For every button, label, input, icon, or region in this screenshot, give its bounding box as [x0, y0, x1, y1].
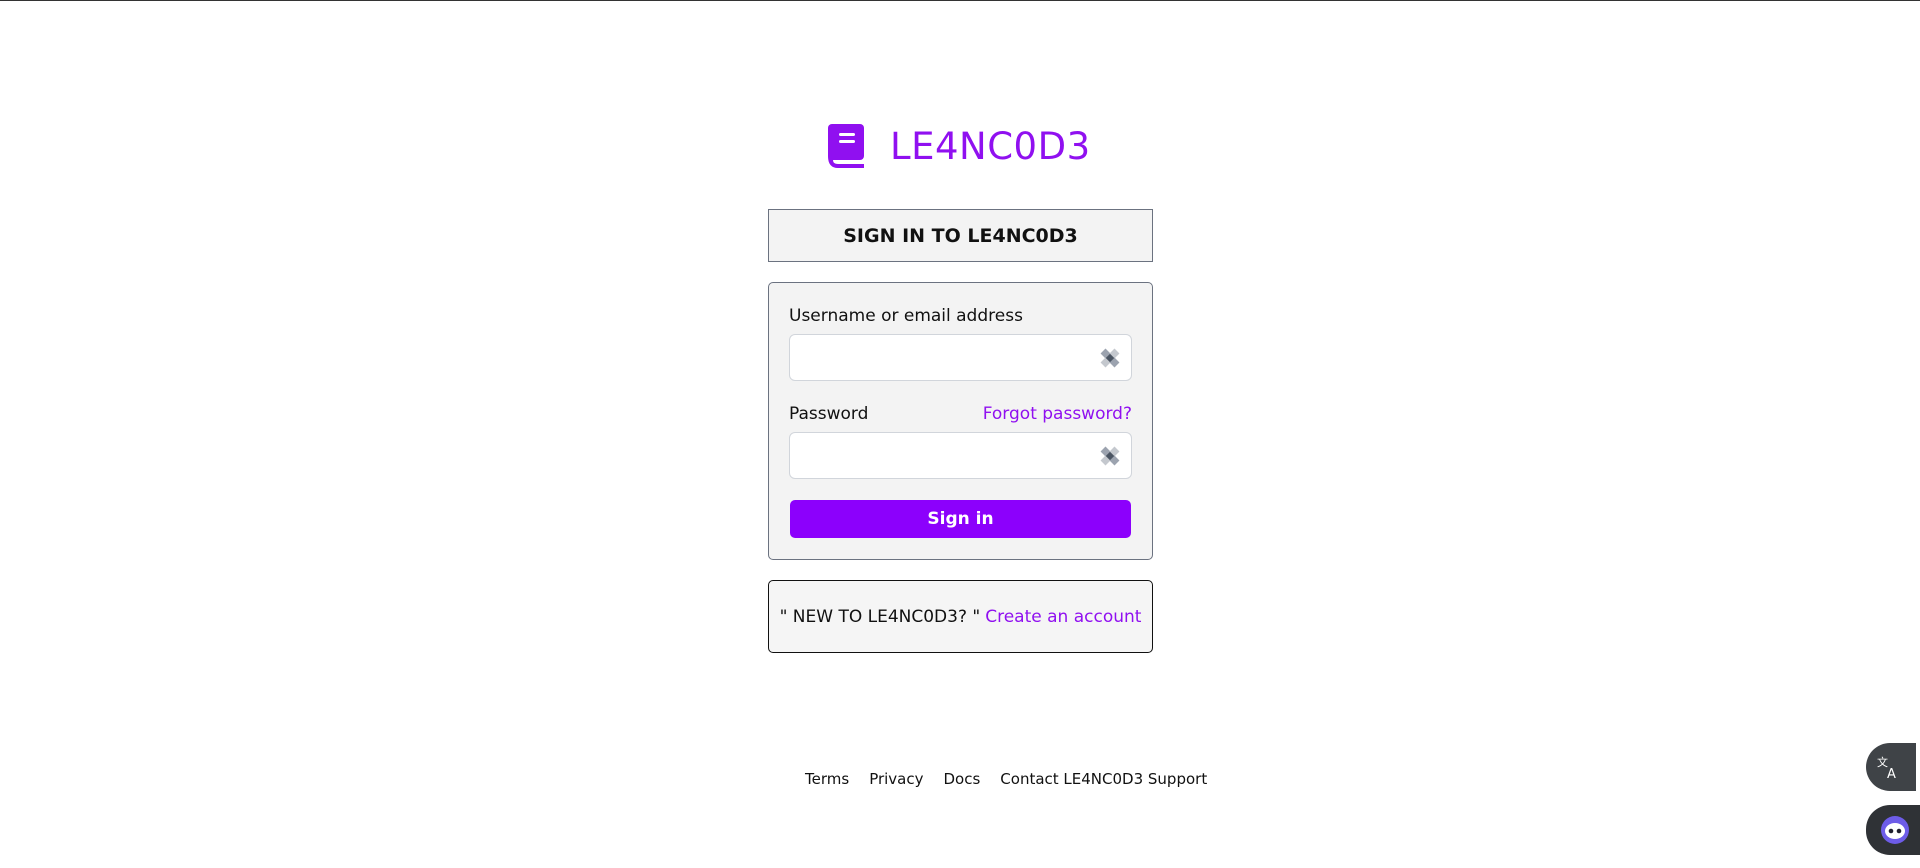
signup-prompt: " NEW TO LE4NC0D3? " [779, 606, 981, 627]
password-label: Password [789, 404, 869, 424]
signin-form: Username or email address Password Forgo… [768, 282, 1153, 560]
translate-button[interactable]: 文 A [1866, 743, 1916, 791]
assistant-button[interactable] [1866, 805, 1920, 855]
footer-nav: Terms Privacy Docs Contact LE4NC0D3 Supp… [805, 770, 1227, 788]
autofill-icon[interactable] [1099, 347, 1121, 369]
assistant-bot-icon [1881, 816, 1909, 844]
svg-text:A: A [1887, 767, 1896, 780]
signin-title: SIGN IN TO LE4NC0D3 [843, 224, 1078, 247]
forgot-password-link[interactable]: Forgot password? [983, 404, 1132, 424]
brand-name: LE4NC0D3 [890, 124, 1091, 168]
translate-icon: 文 A [1877, 755, 1896, 780]
footer-link-docs[interactable]: Docs [944, 770, 981, 788]
footer-link-terms[interactable]: Terms [805, 770, 849, 788]
brand-header: LE4NC0D3 [826, 122, 1091, 170]
username-label: Username or email address [789, 306, 1023, 326]
signin-title-box: SIGN IN TO LE4NC0D3 [768, 209, 1153, 262]
book-icon [828, 124, 864, 168]
footer-link-support[interactable]: Contact LE4NC0D3 Support [1000, 770, 1207, 788]
autofill-icon[interactable] [1099, 445, 1121, 467]
create-account-link[interactable]: Create an account [985, 607, 1141, 627]
signup-box: " NEW TO LE4NC0D3? " Create an account [768, 580, 1153, 653]
username-input[interactable] [789, 334, 1132, 381]
password-input[interactable] [789, 432, 1132, 479]
footer-link-privacy[interactable]: Privacy [869, 770, 923, 788]
signin-button[interactable]: Sign in [790, 500, 1131, 538]
top-border [0, 0, 1920, 1]
